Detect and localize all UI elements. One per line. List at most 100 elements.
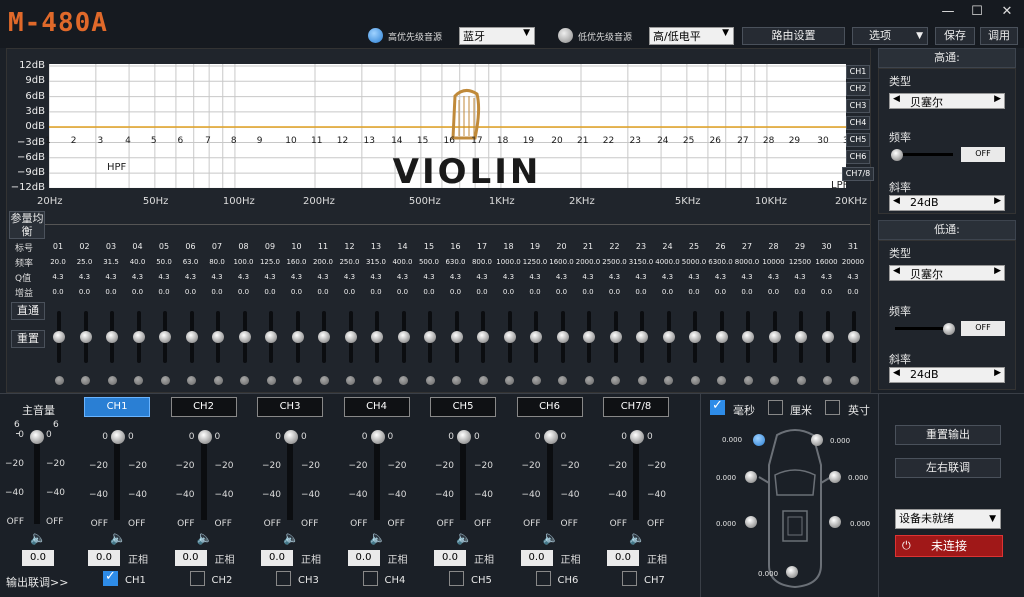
eq-band-q[interactable]: 4.3 xyxy=(337,273,363,281)
eq-point-number[interactable]: 4 xyxy=(125,136,131,146)
eq-slider-knob[interactable] xyxy=(371,331,383,343)
eq-band-freq[interactable]: 25.0 xyxy=(72,258,98,266)
eq-band-q[interactable]: 4.3 xyxy=(575,273,601,281)
eq-slider-knob[interactable] xyxy=(662,331,675,343)
eq-slider-knob[interactable] xyxy=(318,331,330,343)
delay-mr-value[interactable]: 0.000 xyxy=(848,474,868,482)
eq-slider-knob[interactable] xyxy=(742,331,754,343)
eq-band-gain[interactable]: 0.0 xyxy=(337,288,363,296)
eq-slider-knob[interactable] xyxy=(583,331,595,343)
eq-band-freq[interactable]: 125.0 xyxy=(257,258,283,266)
eq-band-q[interactable]: 4.3 xyxy=(98,273,124,281)
channel-volume-value[interactable]: 0.0 xyxy=(261,550,293,566)
eq-band-freq[interactable]: 100.0 xyxy=(231,258,257,266)
low-source-radio[interactable] xyxy=(558,28,573,43)
channel-phase-label[interactable]: 正相 xyxy=(301,551,321,566)
eq-band-freq[interactable]: 6300.0 xyxy=(708,258,734,266)
eq-slider-knob[interactable] xyxy=(609,331,622,343)
reset-eq-button[interactable]: 重置 xyxy=(11,330,45,348)
eq-band-gain[interactable]: 0.0 xyxy=(761,288,787,296)
eq-point-number[interactable]: 27 xyxy=(737,136,748,146)
eq-band-freq[interactable]: 31.5 xyxy=(98,258,124,266)
speaker-fr-knob[interactable] xyxy=(811,434,823,446)
eq-band-q[interactable]: 4.3 xyxy=(681,273,707,281)
speaker-mr-knob[interactable] xyxy=(829,471,841,483)
high-source-radio[interactable] xyxy=(368,28,383,43)
eq-band-gain[interactable]: 0.0 xyxy=(814,288,840,296)
eq-point-number[interactable]: 7 xyxy=(205,136,211,146)
connect-button[interactable]: ⏻ 未连接 xyxy=(895,535,1003,557)
hp-slope-stepper[interactable]: ◀ 24dB ▶ xyxy=(889,195,1005,211)
arrow-right-icon[interactable]: ▶ xyxy=(994,196,1001,206)
device-select[interactable]: 设备未就绪 ▼ xyxy=(895,509,1001,529)
eq-slider-knob[interactable] xyxy=(132,331,145,343)
eq-point-number[interactable]: 8 xyxy=(231,136,237,146)
eq-band-gain[interactable]: 0.0 xyxy=(72,288,98,296)
eq-band-q[interactable]: 4.3 xyxy=(72,273,98,281)
link-checkbox[interactable] xyxy=(189,571,205,586)
eq-band-q[interactable]: 4.3 xyxy=(284,273,310,281)
high-source-select[interactable]: 蓝牙 ▼ xyxy=(459,27,535,45)
eq-band-gain[interactable]: 0.0 xyxy=(363,288,389,296)
eq-band-freq[interactable]: 1250.0 xyxy=(522,258,548,266)
eq-band-q[interactable]: 4.3 xyxy=(390,273,416,281)
graph-channel-button[interactable]: CH5 xyxy=(846,133,870,147)
delay-sub-value[interactable]: 0.000 xyxy=(758,570,778,578)
eq-point-number[interactable]: 14 xyxy=(391,136,402,146)
eq-band-gain[interactable]: 0.0 xyxy=(708,288,734,296)
reset-output-button[interactable]: 重置输出 xyxy=(895,425,1001,445)
graph-channel-button[interactable]: CH1 xyxy=(846,65,870,79)
eq-band-q[interactable]: 4.3 xyxy=(178,273,204,281)
arrow-left-icon[interactable]: ◀ xyxy=(893,266,900,276)
link-checkbox[interactable] xyxy=(103,569,118,586)
eq-band-freq[interactable]: 8000.0 xyxy=(734,258,760,266)
graph-channel-button[interactable]: CH3 xyxy=(846,99,870,113)
eq-band-freq[interactable]: 12500 xyxy=(787,258,813,266)
channel-phase-label[interactable]: 正相 xyxy=(647,551,667,566)
channel-fader-track[interactable] xyxy=(287,432,293,520)
eq-band-freq[interactable]: 5000.0 xyxy=(681,258,707,266)
eq-slider-knob[interactable] xyxy=(265,331,277,343)
channel-fader-knob[interactable] xyxy=(370,430,385,444)
eq-point-number[interactable]: 15 xyxy=(417,136,428,146)
channel-tab[interactable]: CH7/8 xyxy=(603,397,669,417)
eq-band-q[interactable]: 4.3 xyxy=(231,273,257,281)
eq-slider-knob[interactable] xyxy=(291,331,304,343)
eq-band-gain[interactable]: 0.0 xyxy=(734,288,760,296)
delay-rr-value[interactable]: 0.000 xyxy=(850,520,870,528)
channel-phase-label[interactable]: 正相 xyxy=(474,551,494,566)
routing-button[interactable]: 路由设置 xyxy=(742,27,845,45)
eq-slider-knob[interactable] xyxy=(530,331,542,343)
eq-band-q[interactable]: 4.3 xyxy=(814,273,840,281)
lp-type-stepper[interactable]: ◀ 贝塞尔 ▶ xyxy=(889,265,1005,281)
eq-point-number[interactable]: 25 xyxy=(683,136,694,146)
eq-band-gain[interactable]: 0.0 xyxy=(231,288,257,296)
eq-point-number[interactable]: 21 xyxy=(577,136,588,146)
options-button[interactable]: 选项 ▼ xyxy=(852,27,928,45)
delay-fl-value[interactable]: 0.000 xyxy=(722,436,742,444)
channel-fader-knob[interactable] xyxy=(111,430,125,444)
channel-volume-value[interactable]: 0.0 xyxy=(434,550,466,566)
eq-slider-knob[interactable] xyxy=(424,331,436,343)
eq-band-freq[interactable]: 250.0 xyxy=(337,258,363,266)
eq-point-number[interactable]: 5 xyxy=(151,136,157,146)
eq-band-q[interactable]: 4.3 xyxy=(734,273,760,281)
lp-slope-stepper[interactable]: ◀ 24dB ▶ xyxy=(889,367,1005,383)
master-fader-knob[interactable] xyxy=(30,430,44,444)
eq-band-freq[interactable]: 40.0 xyxy=(125,258,151,266)
speaker-ml-knob[interactable] xyxy=(745,471,757,483)
eq-slider-knob[interactable] xyxy=(397,331,410,343)
lp-freq-knob[interactable] xyxy=(943,323,955,335)
eq-point-number[interactable]: 10 xyxy=(285,136,296,146)
eq-band-gain[interactable]: 0.0 xyxy=(125,288,151,296)
eq-band-q[interactable]: 4.3 xyxy=(45,273,71,281)
eq-band-q[interactable]: 4.3 xyxy=(496,273,522,281)
eq-point-number[interactable]: 18 xyxy=(497,136,508,146)
arrow-left-icon[interactable]: ◀ xyxy=(893,196,900,206)
eq-band-freq[interactable]: 20000 xyxy=(840,258,866,266)
eq-band-q[interactable]: 4.3 xyxy=(840,273,866,281)
eq-band-q[interactable]: 4.3 xyxy=(416,273,442,281)
eq-point-number[interactable]: 16 xyxy=(444,136,455,146)
eq-band-freq[interactable]: 160.0 xyxy=(284,258,310,266)
eq-band-gain[interactable]: 0.0 xyxy=(681,288,707,296)
